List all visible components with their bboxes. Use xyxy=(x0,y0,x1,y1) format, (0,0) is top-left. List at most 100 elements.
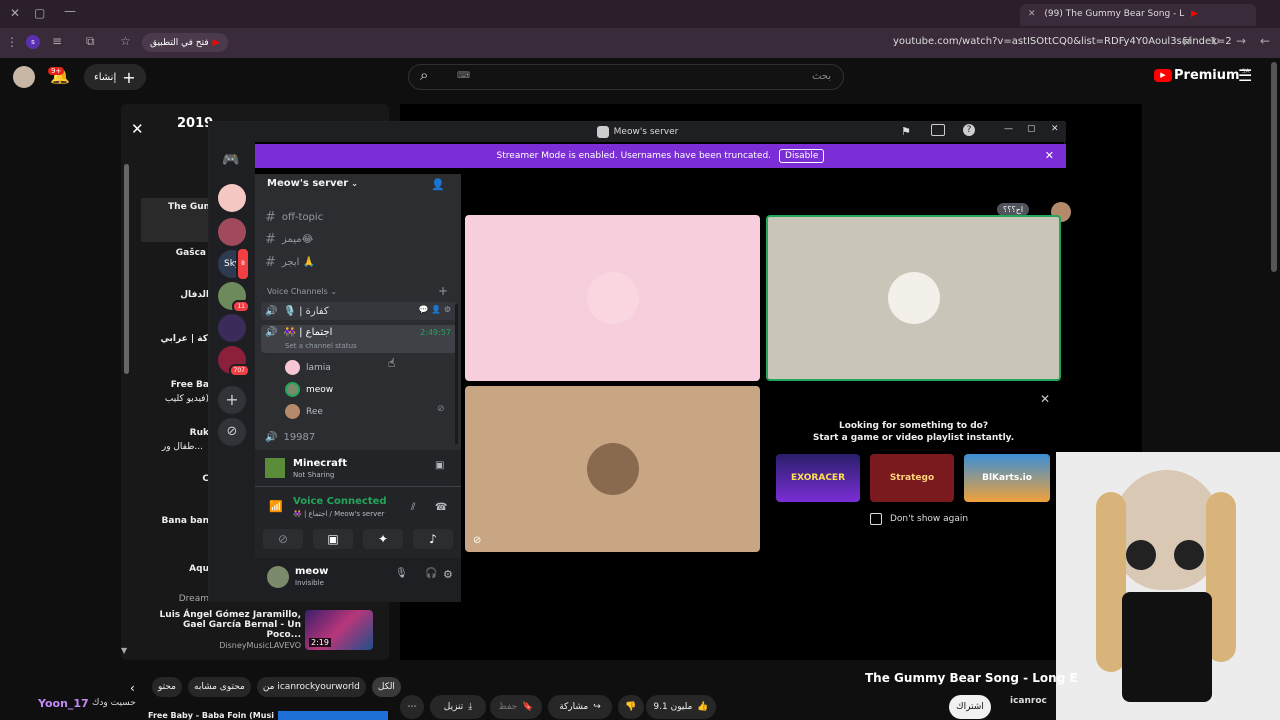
checkbox-box[interactable] xyxy=(870,513,882,525)
screen-share-icon[interactable]: ▣ xyxy=(313,529,353,549)
chip-scroll-left-icon[interactable]: ‹ xyxy=(130,681,135,695)
back-icon[interactable]: ← xyxy=(1260,34,1270,48)
voice-member[interactable]: lamia xyxy=(285,360,331,375)
game-card-stratego[interactable]: Stratego xyxy=(870,454,954,502)
close-banner-icon[interactable]: ✕ xyxy=(1045,149,1054,162)
minimize-window-icon[interactable]: — xyxy=(1004,124,1013,134)
server-icon[interactable]: 11 xyxy=(218,282,250,313)
text-channel[interactable]: # ابجر 🙏 xyxy=(265,253,455,271)
close-icon[interactable]: ✕ xyxy=(10,6,20,20)
minimize-icon[interactable]: — xyxy=(64,4,76,18)
tab-youtube[interactable]: ✕ (99) The Gummy Bear Song - L ▶ xyxy=(1020,4,1256,26)
share-button[interactable]: مشاركة ↪ xyxy=(548,695,612,719)
close-activity-prompt-icon[interactable]: ✕ xyxy=(1040,392,1050,406)
discover-icon[interactable]: ⊘ xyxy=(218,418,246,446)
reader-icon[interactable]: ≡ xyxy=(52,34,62,48)
user-avatar[interactable] xyxy=(267,566,289,588)
list-item[interactable]: Luis Ángel Gómez Jaramillo, Gael García … xyxy=(151,610,301,640)
menu-icon[interactable]: ⋮ xyxy=(6,35,18,49)
list-item[interactable]: Free Baby - Baba Foin (Music xyxy=(148,711,274,720)
chip-active[interactable]: الكل xyxy=(371,677,401,697)
server-icon[interactable]: 707 xyxy=(218,346,250,377)
server-icon-sky[interactable]: Sky 8 xyxy=(218,247,250,281)
participant-tile-meow[interactable] xyxy=(766,215,1061,381)
dislike-button[interactable]: 👎 xyxy=(618,695,644,719)
video-thumbnail[interactable]: 2:19 xyxy=(305,610,373,650)
url-text[interactable]: youtube.com/watch?v=astISOttCQ0&list=RDF… xyxy=(893,36,1232,47)
youtube-premium-logo[interactable]: ▶ Premium SA xyxy=(1154,68,1250,83)
like-button[interactable]: 9.1 مليون 👍 xyxy=(646,695,716,719)
share-screen-icon[interactable]: ▣ xyxy=(435,460,444,471)
list-item[interactable]: Ruk xyxy=(190,428,209,438)
voice-channel[interactable]: 🔊 🎙️ | كفارة 💬 👤 ⚙ xyxy=(261,302,457,320)
discord-home-icon[interactable]: 🎮 xyxy=(222,152,239,168)
voice-member[interactable]: meow xyxy=(285,382,333,397)
text-channel[interactable]: # ميمز😂 xyxy=(265,230,455,248)
create-button[interactable]: إنشاء + xyxy=(84,64,146,90)
reload-icon[interactable]: ↻ xyxy=(1210,34,1220,48)
chip[interactable]: محتوى مشابه xyxy=(188,677,251,697)
more-actions-icon[interactable]: ⋯ xyxy=(400,695,424,719)
channel-scrollbar[interactable] xyxy=(455,304,458,444)
hamburger-menu-icon[interactable]: ☰ xyxy=(1238,66,1252,85)
chip[interactable]: محتو xyxy=(152,677,182,697)
participant-tile-lamia[interactable] xyxy=(465,215,760,381)
close-playlist-icon[interactable]: ✕ xyxy=(131,120,144,138)
soundboard-icon[interactable]: ♪ xyxy=(413,529,453,549)
extensions-puzzle-icon[interactable]: ⧉ xyxy=(86,34,95,49)
list-item[interactable]: The Gum xyxy=(168,202,213,212)
search-icon[interactable]: ⌕ xyxy=(420,66,428,84)
keyboard-icon[interactable]: ⌨ xyxy=(457,71,470,81)
chip[interactable]: من icanrockyourworld xyxy=(256,677,366,697)
list-item[interactable]: الدفال xyxy=(180,290,209,300)
open-in-app-button[interactable]: فتح في التطبيق ▶ xyxy=(142,33,228,52)
voice-channels-header[interactable]: Voice Channels ⌄ xyxy=(267,287,337,296)
server-name-header[interactable]: Meow's server ⌄ xyxy=(267,178,358,189)
channel-name[interactable]: icanroc xyxy=(1010,696,1047,706)
help-icon[interactable]: ? xyxy=(963,124,975,136)
list-item[interactable]: Bana ban xyxy=(162,516,209,526)
server-icon[interactable] xyxy=(218,314,246,342)
subscribe-button[interactable]: اشتراك xyxy=(949,695,991,719)
camera-off-icon[interactable]: ⊘ xyxy=(263,529,303,549)
playlist-scrollbar[interactable] xyxy=(124,164,129,374)
maximize-icon[interactable]: ▢ xyxy=(34,6,45,20)
scroll-down-icon[interactable]: ▼ xyxy=(121,646,127,655)
avatar[interactable] xyxy=(13,66,35,88)
list-item[interactable]: Aqu xyxy=(189,564,209,574)
voice-member[interactable]: Ree xyxy=(285,404,323,419)
save-button[interactable]: حفظ 🔖 xyxy=(490,695,542,719)
bookmark-star-icon[interactable]: ☆ xyxy=(120,34,131,48)
channel-settings-icon[interactable]: 💬 👤 ⚙ xyxy=(419,305,451,314)
activities-icon[interactable]: ✦ xyxy=(363,529,403,549)
video-thumbnail[interactable] xyxy=(278,711,388,720)
gear-icon[interactable]: ⚙ xyxy=(443,568,453,581)
download-button[interactable]: تنزيل ⤓ xyxy=(430,695,486,719)
participant-tile-ree[interactable]: ⊘ xyxy=(465,386,760,552)
list-item[interactable]: Free Ba xyxy=(171,380,209,390)
channel-status-input[interactable]: Set a channel status xyxy=(285,342,357,350)
list-item[interactable]: Gašca xyxy=(176,248,206,258)
server-icon[interactable] xyxy=(218,218,246,246)
sidebar-icon[interactable]: ⇄ xyxy=(1182,34,1192,48)
headphones-icon[interactable]: 🎧 xyxy=(425,568,437,579)
close-tab-icon[interactable]: ✕ xyxy=(1028,9,1036,19)
noise-suppression-icon[interactable]: ⫽ xyxy=(411,502,415,513)
forward-icon[interactable]: → xyxy=(1236,34,1246,48)
game-card-blkarts[interactable]: BlKarts.io xyxy=(964,454,1050,502)
dont-show-again-checkbox[interactable]: Don't show again xyxy=(870,513,968,525)
disable-streamer-button[interactable]: Disable xyxy=(779,149,825,163)
add-channel-icon[interactable]: + xyxy=(438,284,448,298)
voice-channel[interactable]: 🔊 19987 xyxy=(265,428,455,446)
text-channel[interactable]: # off-topic xyxy=(265,208,455,226)
game-card-exoracer[interactable]: EXORACER xyxy=(776,454,860,502)
extension-icon[interactable]: s xyxy=(26,35,40,49)
microphone-icon[interactable]: 🎙 xyxy=(395,568,408,579)
voice-channel-active[interactable]: 🔊 👭 | اجتماع 2:49:57 Set a channel statu… xyxy=(261,325,457,353)
add-server-icon[interactable]: + xyxy=(218,386,246,414)
close-window-icon[interactable]: ✕ xyxy=(1051,124,1059,134)
voice-connected-label[interactable]: Voice Connected xyxy=(293,496,387,507)
flag-icon[interactable]: ⚑ xyxy=(901,125,911,138)
page-scrollbar[interactable] xyxy=(1271,62,1277,272)
add-member-icon[interactable]: 👤 xyxy=(431,178,445,191)
